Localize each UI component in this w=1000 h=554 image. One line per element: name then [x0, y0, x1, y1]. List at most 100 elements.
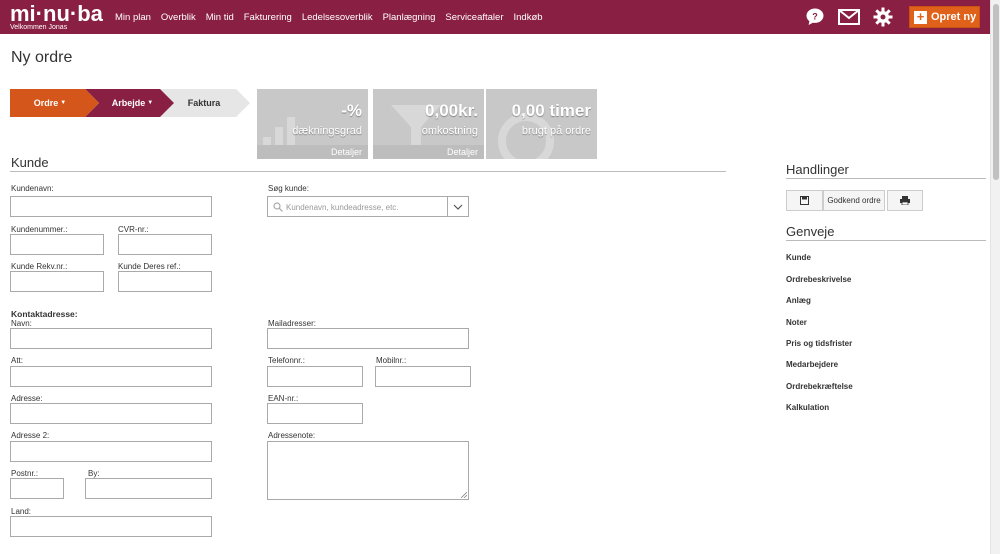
save-button[interactable]: [786, 190, 823, 211]
shortcut-noter[interactable]: Noter: [786, 318, 807, 327]
country-input[interactable]: [10, 516, 212, 537]
minuba-logo[interactable]: mi·nu·ba: [10, 2, 103, 26]
stat-time-value: 0,00 timer: [511, 101, 591, 120]
stat-coverage-details-link[interactable]: Detaljer: [257, 145, 368, 159]
zip-input[interactable]: [10, 478, 64, 499]
shortcuts-divider: [786, 240, 986, 241]
address2-input[interactable]: [10, 441, 212, 462]
city-label: By:: [88, 469, 100, 478]
actions-heading: Handlinger: [786, 162, 849, 177]
search-icon: [273, 202, 283, 212]
caret-down-icon: ▼: [147, 100, 154, 106]
nav-item-planlaegning[interactable]: Planlægning: [383, 12, 436, 23]
top-icons: ?: [804, 6, 894, 28]
address-note-textarea[interactable]: [267, 441, 469, 500]
approve-order-button[interactable]: Godkend ordre: [823, 190, 885, 211]
nav-item-overblik[interactable]: Overblik: [161, 12, 196, 23]
customer-heading: Kunde: [11, 155, 49, 170]
stat-time: 0,00 timer brugt på ordre: [486, 89, 597, 159]
customer-ref-input[interactable]: [118, 271, 212, 292]
shortcut-medarbejdere[interactable]: Medarbejdere: [786, 360, 838, 369]
gear-icon[interactable]: [872, 6, 894, 28]
customer-req-label: Kunde Rekv.nr.:: [11, 262, 68, 271]
actions-divider: [786, 178, 986, 179]
contact-heading: Kontaktadresse:: [11, 309, 78, 319]
nav-item-fakturering[interactable]: Fakturering: [244, 12, 292, 23]
address2-label: Adresse 2:: [11, 431, 50, 440]
shortcuts-heading: Genveje: [786, 224, 835, 239]
zip-label: Postnr.:: [11, 469, 39, 478]
stat-cost: 0,00kr. omkostning Detaljer: [373, 89, 484, 159]
approve-order-label: Godkend ordre: [827, 196, 881, 205]
city-input[interactable]: [85, 478, 212, 499]
mail-label: Mailadresser:: [268, 319, 317, 328]
address-note-label: Adressenote:: [268, 431, 316, 440]
cvr-label: CVR-nr.:: [118, 225, 149, 234]
step-arbejde-label: Arbejde: [111, 98, 146, 108]
print-button[interactable]: [887, 190, 923, 211]
main-nav: Min plan Overblik Min tid Fakturering Le…: [115, 12, 553, 23]
stat-coverage-value: -%: [341, 101, 362, 120]
svg-text:?: ?: [812, 12, 818, 22]
resize-handle-icon[interactable]: [461, 492, 467, 498]
address-label: Adresse:: [11, 394, 43, 403]
mail-input[interactable]: [267, 328, 469, 349]
customer-search-label: Søg kunde:: [268, 184, 309, 193]
customer-search-placeholder: Kundenavn, kundeadresse, etc.: [286, 203, 399, 212]
cvr-input[interactable]: [118, 234, 212, 255]
customer-number-input[interactable]: [10, 234, 104, 255]
top-navigation-bar: mi·nu·ba Velkommen Jonas Min plan Overbl…: [0, 0, 990, 34]
customer-name-input[interactable]: [10, 196, 212, 217]
print-icon: [900, 196, 910, 205]
customer-name-label: Kundenavn:: [11, 184, 54, 193]
customer-search-input[interactable]: Kundenavn, kundeadresse, etc.: [267, 196, 469, 217]
stat-cost-value: 0,00kr.: [425, 101, 478, 120]
customer-number-label: Kundenummer.:: [11, 225, 68, 234]
stat-coverage-label: dækningsgrad: [292, 125, 362, 137]
shortcut-anlaeg[interactable]: Anlæg: [786, 296, 811, 305]
stat-cost-details-link[interactable]: Detaljer: [373, 145, 484, 159]
nav-item-ledelsesoverblik[interactable]: Ledelsesoverblik: [302, 12, 373, 23]
att-label: Att:: [11, 356, 24, 365]
shortcut-pris-og-tidsfrister[interactable]: Pris og tidsfrister: [786, 339, 852, 348]
shortcut-ordrebeskrivelse[interactable]: Ordrebeskrivelse: [786, 275, 851, 284]
ean-input[interactable]: [267, 403, 363, 424]
mail-icon[interactable]: [838, 6, 860, 28]
contact-name-label: Navn:: [11, 319, 32, 328]
customer-divider: [10, 171, 726, 172]
caret-down-icon: ▼: [60, 100, 67, 106]
nav-item-indkob[interactable]: Indkøb: [514, 12, 543, 23]
phone-input[interactable]: [267, 366, 363, 387]
help-icon[interactable]: ?: [804, 6, 826, 28]
stat-coverage: -% dækningsgrad Detaljer: [257, 89, 368, 159]
plus-icon: +: [914, 10, 927, 24]
mobile-input[interactable]: [375, 366, 471, 387]
mobile-label: Mobilnr.:: [376, 356, 407, 365]
step-ordre[interactable]: Ordre ▼: [10, 89, 90, 117]
customer-req-input[interactable]: [10, 271, 104, 292]
scrollbar-thumb[interactable]: [993, 4, 999, 180]
save-icon: [800, 196, 809, 205]
nav-item-serviceaftaler[interactable]: Serviceaftaler: [445, 12, 503, 23]
ean-label: EAN-nr.:: [268, 394, 299, 403]
shortcut-kunde[interactable]: Kunde: [786, 253, 811, 262]
page-scrollbar[interactable]: [990, 0, 1000, 554]
shortcut-ordrebekraeftelse[interactable]: Ordrebekræftelse: [786, 382, 853, 391]
shortcut-kalkulation[interactable]: Kalkulation: [786, 403, 829, 412]
page-title: Ny ordre: [11, 49, 73, 66]
nav-item-min-plan[interactable]: Min plan: [115, 12, 151, 23]
step-arbejde[interactable]: Arbejde ▼: [95, 89, 170, 117]
create-new-button[interactable]: + Opret ny: [909, 6, 980, 28]
step-faktura-label: Faktura: [187, 98, 221, 108]
step-ordre-label: Ordre: [33, 98, 59, 108]
welcome-text: Velkommen Jonas: [10, 24, 68, 31]
country-label: Land:: [11, 507, 32, 516]
step-faktura[interactable]: Faktura: [170, 89, 238, 117]
phone-label: Telefonnr.:: [268, 356, 305, 365]
nav-item-min-tid[interactable]: Min tid: [206, 12, 234, 23]
stat-time-label: brugt på ordre: [521, 125, 591, 137]
chevron-down-icon[interactable]: [447, 197, 468, 216]
contact-name-input[interactable]: [10, 328, 212, 349]
address-input[interactable]: [10, 403, 212, 424]
att-input[interactable]: [10, 366, 212, 387]
